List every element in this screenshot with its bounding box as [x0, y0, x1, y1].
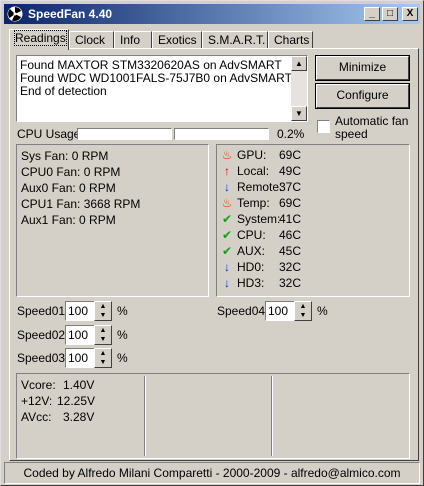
cpu-usage-value: 0.2%: [277, 127, 305, 141]
flame-icon: ♨: [221, 148, 233, 162]
temp-row: Local:: [237, 164, 270, 178]
temp-value: 69C: [279, 148, 302, 162]
speed01-unit: %: [117, 304, 128, 318]
arrow-down-icon: ↓: [224, 276, 230, 290]
check-icon: ✔: [221, 228, 233, 242]
title-bar[interactable]: SpeedFan 4.40 _ □ X: [4, 4, 420, 24]
speed03-unit: %: [117, 351, 128, 365]
fan-row: CPU1 Fan: 3668 RPM: [21, 197, 141, 211]
arrow-up-icon: ↑: [224, 164, 230, 178]
tab-charts[interactable]: Charts: [268, 31, 313, 49]
automatic-fan-speed-checkbox[interactable]: [317, 120, 330, 133]
temp-value: 49C: [279, 164, 302, 178]
tab-info[interactable]: Info: [114, 31, 152, 49]
minimize-button[interactable]: Minimize: [315, 55, 410, 81]
log-scrollbar[interactable]: ▲ ▼: [291, 56, 307, 121]
temp-row: HD0:: [237, 260, 265, 274]
arrow-down-icon: ↓: [224, 180, 230, 194]
tab-exotics[interactable]: Exotics: [152, 31, 202, 49]
minimize-window-button[interactable]: _: [364, 7, 380, 21]
tab-clock[interactable]: Clock: [69, 31, 114, 49]
temp-value: 69C: [279, 196, 302, 210]
close-window-button[interactable]: X: [402, 7, 418, 21]
temp-row: HD3:: [237, 276, 265, 290]
voltage-divider: [144, 376, 146, 456]
automatic-fan-label-speed: speed: [335, 127, 368, 141]
speed04-stepper[interactable]: ▲ ▼: [294, 301, 312, 321]
arrow-down-icon: ↓: [224, 260, 230, 274]
speed04-label: Speed04:: [217, 304, 269, 318]
log-line: End of detection: [20, 84, 107, 98]
voltage-row: Vcore:: [21, 378, 56, 392]
fan-app-icon: [7, 6, 23, 22]
scroll-down-icon[interactable]: ▼: [291, 106, 307, 121]
detection-log[interactable]: Found MAXTOR STM3320620AS on AdvSMART Fo…: [16, 55, 308, 122]
speed03-label: Speed03:: [17, 351, 69, 365]
scroll-up-icon[interactable]: ▲: [291, 56, 307, 71]
temp-row: System:: [237, 212, 281, 226]
tab-smart[interactable]: S.M.A.R.T.: [202, 31, 268, 49]
fans-group: Sys Fan: 0 RPM CPU0 Fan: 0 RPM Aux0 Fan:…: [16, 144, 209, 297]
automatic-fan-label: Automatic fan: [335, 114, 409, 128]
fan-row: Aux0 Fan: 0 RPM: [21, 181, 116, 195]
check-icon: ✔: [221, 212, 233, 226]
log-line: Found MAXTOR STM3320620AS on AdvSMART: [20, 58, 282, 72]
maximize-window-button[interactable]: □: [382, 7, 398, 21]
temp-row: Remote:: [237, 180, 283, 194]
speedfan-window: SpeedFan 4.40 _ □ X Readings Clock Info …: [0, 0, 424, 486]
temp-row: GPU:: [237, 148, 267, 162]
speed02-label: Speed02:: [17, 328, 69, 342]
temp-row: Temp:: [237, 196, 270, 210]
configure-button[interactable]: Configure: [315, 83, 410, 109]
voltage-row: +12V:: [21, 394, 53, 408]
voltages-group: Vcore: 1.40V +12V: 12.25V AVcc: 3.28V: [16, 373, 410, 459]
temp-value: 45C: [279, 244, 302, 258]
speed02-unit: %: [117, 328, 128, 342]
speed02-stepper[interactable]: ▲ ▼: [94, 325, 112, 345]
log-line: Found WDC WD1001FALS-75J7B0 on AdvSMART: [20, 71, 292, 85]
temp-value: 46C: [279, 228, 302, 242]
temp-row: CPU:: [237, 228, 266, 242]
speed03-stepper[interactable]: ▲ ▼: [94, 348, 112, 368]
speed01-label: Speed01:: [17, 304, 69, 318]
cpu-usage-bar-2: [174, 128, 269, 140]
fan-row: Aux1 Fan: 0 RPM: [21, 213, 116, 227]
temperatures-group: ♨ GPU: 69C ↑ Local: 49C ↓ Remote: 37C ♨ …: [216, 144, 410, 297]
speed04-unit: %: [317, 304, 328, 318]
cpu-usage-bar-1: [77, 128, 172, 140]
tab-readings[interactable]: Readings: [9, 29, 69, 50]
check-icon: ✔: [221, 244, 233, 258]
fan-row: CPU0 Fan: 0 RPM: [21, 165, 121, 179]
temp-row: AUX:: [237, 244, 266, 258]
temp-value: 32C: [279, 276, 302, 290]
tab-strip: Readings Clock Info Exotics S.M.A.R.T. C…: [9, 29, 419, 50]
cpu-usage-label: CPU Usage: [17, 127, 81, 141]
voltage-value: 1.40V: [63, 378, 95, 392]
fan-row: Sys Fan: 0 RPM: [21, 149, 109, 163]
flame-icon: ♨: [221, 196, 233, 210]
voltage-value: 3.28V: [63, 410, 95, 424]
status-bar-text: Coded by Alfredo Milani Comparetti - 200…: [23, 466, 401, 480]
temp-value: 32C: [279, 260, 302, 274]
window-title: SpeedFan 4.40: [28, 7, 113, 21]
voltage-row: AVcc:: [21, 410, 52, 424]
speed01-stepper[interactable]: ▲ ▼: [94, 301, 112, 321]
voltage-divider: [271, 376, 273, 456]
voltage-value: 12.25V: [57, 394, 96, 408]
temp-value: 37C: [279, 180, 302, 194]
temp-value: 41C: [279, 212, 302, 226]
